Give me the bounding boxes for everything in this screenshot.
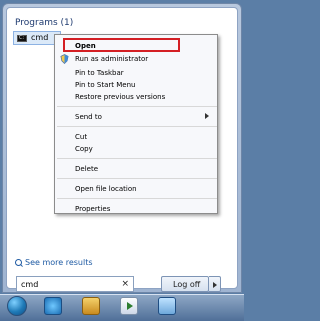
menu-item-pin-to-start-menu[interactable]: Pin to Start Menu [55, 79, 217, 91]
menu-separator [57, 158, 217, 159]
menu-item-label: Cut [75, 133, 88, 141]
context-menu: Open Run as administrator Pin to Taskbar… [54, 34, 218, 214]
search-value: cmd [21, 280, 39, 289]
command-prompt-icon[interactable] [158, 297, 176, 315]
menu-item-send-to[interactable]: Send to [55, 111, 217, 123]
menu-item-label: Properties [75, 205, 111, 213]
shield-icon [60, 54, 69, 64]
log-off-button[interactable]: Log off [161, 276, 209, 292]
menu-item-label: Send to [75, 113, 102, 121]
menu-item-cut[interactable]: Cut [55, 131, 217, 143]
programs-heading: Programs (1) [15, 18, 74, 28]
menu-separator [57, 106, 217, 107]
menu-item-open[interactable]: Open [55, 40, 217, 52]
windows-explorer-icon[interactable] [82, 297, 100, 315]
menu-item-label: Pin to Taskbar [75, 69, 124, 77]
menu-item-open-file-location[interactable]: Open file location [55, 183, 217, 195]
menu-item-label: Copy [75, 145, 93, 153]
menu-item-label: Open file location [75, 185, 137, 193]
menu-item-delete[interactable]: Delete [55, 163, 217, 175]
log-off-label: Log off [173, 280, 201, 289]
command-prompt-icon: C: [17, 35, 27, 42]
menu-item-label: Restore previous versions [75, 93, 166, 101]
menu-item-restore-previous-versions[interactable]: Restore previous versions [55, 91, 217, 103]
start-search-input[interactable]: cmd × [16, 276, 134, 292]
menu-item-label: Delete [75, 165, 98, 173]
menu-item-copy[interactable]: Copy [55, 143, 217, 155]
menu-item-label: Open [75, 42, 96, 50]
play-icon [127, 302, 133, 310]
menu-item-label: Run as administrator [75, 55, 149, 63]
menu-separator [57, 178, 217, 179]
search-icon [15, 259, 22, 266]
clear-search-icon[interactable]: × [121, 279, 129, 289]
menu-separator [57, 198, 217, 199]
menu-item-run-as-administrator[interactable]: Run as administrator [55, 53, 217, 65]
shutdown-options-arrow-button[interactable] [209, 276, 221, 292]
program-result-label: cmd [31, 33, 49, 42]
see-more-results-link[interactable]: See more results [25, 258, 93, 267]
menu-item-label: Pin to Start Menu [75, 81, 136, 89]
start-button[interactable] [7, 296, 27, 316]
menu-separator [57, 126, 217, 127]
submenu-arrow-icon [205, 113, 209, 119]
menu-item-properties[interactable]: Properties [55, 203, 217, 215]
internet-explorer-icon[interactable] [44, 297, 62, 315]
menu-item-pin-to-taskbar[interactable]: Pin to Taskbar [55, 67, 217, 79]
